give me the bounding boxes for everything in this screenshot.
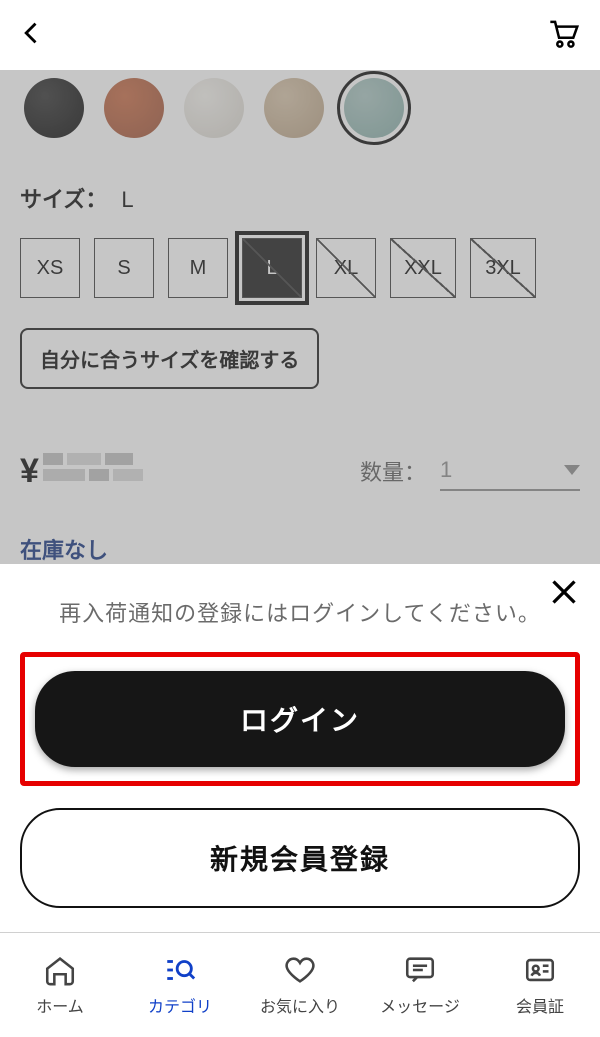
price-obscured	[43, 453, 163, 489]
price: ¥	[20, 452, 163, 491]
close-icon	[546, 574, 582, 610]
close-button[interactable]	[546, 574, 582, 615]
quantity-block: 数量： 1	[360, 451, 580, 491]
heart-icon	[283, 953, 317, 987]
size-value: L	[121, 187, 133, 213]
size-option-s[interactable]: S	[94, 238, 154, 298]
nav-message-label: メッセージ	[380, 993, 460, 1017]
quantity-select[interactable]: 1	[440, 451, 580, 491]
cart-icon	[544, 14, 582, 52]
size-row: サイズ： L	[20, 182, 580, 214]
list-search-icon	[163, 953, 197, 987]
message-icon	[403, 953, 437, 987]
nav-favorite[interactable]: お気に入り	[240, 933, 360, 1037]
nav-member[interactable]: 会員証	[480, 933, 600, 1037]
chevron-left-icon	[18, 19, 46, 47]
chevron-down-icon	[564, 465, 580, 475]
color-swatches	[20, 70, 580, 162]
sheet-message: 再入荷通知の登録にはログインしてください。	[20, 596, 580, 628]
price-row: ¥ 数量： 1	[20, 451, 580, 491]
register-button[interactable]: 新規会員登録	[20, 808, 580, 908]
nav-category-label: カテゴリ	[148, 993, 212, 1017]
nav-home[interactable]: ホーム	[0, 933, 120, 1037]
cart-button[interactable]	[544, 14, 582, 57]
quantity-value: 1	[440, 457, 452, 483]
quantity-label: 数量：	[360, 455, 426, 487]
back-button[interactable]	[18, 19, 46, 52]
login-button[interactable]: ログイン	[35, 671, 565, 767]
color-swatch-teal[interactable]	[344, 78, 404, 138]
nav-member-label: 会員証	[516, 993, 564, 1017]
product-area: サイズ： L XS S M L XL XXL 3XL 自分に合うサイズを確認する…	[0, 70, 600, 593]
nav-home-label: ホーム	[36, 993, 84, 1017]
nav-message[interactable]: メッセージ	[360, 933, 480, 1037]
bottom-nav: ホーム カテゴリ お気に入り メッセージ 会員証	[0, 932, 600, 1037]
login-highlight: ログイン	[20, 652, 580, 786]
color-swatch-beige[interactable]	[264, 78, 324, 138]
size-option-l[interactable]: L	[242, 238, 302, 298]
size-option-3xl[interactable]: 3XL	[470, 238, 536, 298]
color-swatch-white[interactable]	[184, 78, 244, 138]
currency-symbol: ¥	[20, 452, 39, 491]
home-icon	[43, 953, 77, 987]
size-option-m[interactable]: M	[168, 238, 228, 298]
fit-check-button[interactable]: 自分に合うサイズを確認する	[20, 328, 319, 389]
size-label: サイズ：	[20, 182, 107, 214]
size-option-xxl[interactable]: XXL	[390, 238, 456, 298]
nav-favorite-label: お気に入り	[260, 993, 340, 1017]
color-swatch-black[interactable]	[24, 78, 84, 138]
size-options: XS S M L XL XXL 3XL	[20, 238, 580, 298]
login-sheet: 再入荷通知の登録にはログインしてください。 ログイン 新規会員登録	[0, 564, 600, 932]
top-bar	[0, 0, 600, 70]
nav-category[interactable]: カテゴリ	[120, 933, 240, 1037]
size-option-xl[interactable]: XL	[316, 238, 376, 298]
size-option-xs[interactable]: XS	[20, 238, 80, 298]
color-swatch-rust[interactable]	[104, 78, 164, 138]
id-card-icon	[523, 953, 557, 987]
